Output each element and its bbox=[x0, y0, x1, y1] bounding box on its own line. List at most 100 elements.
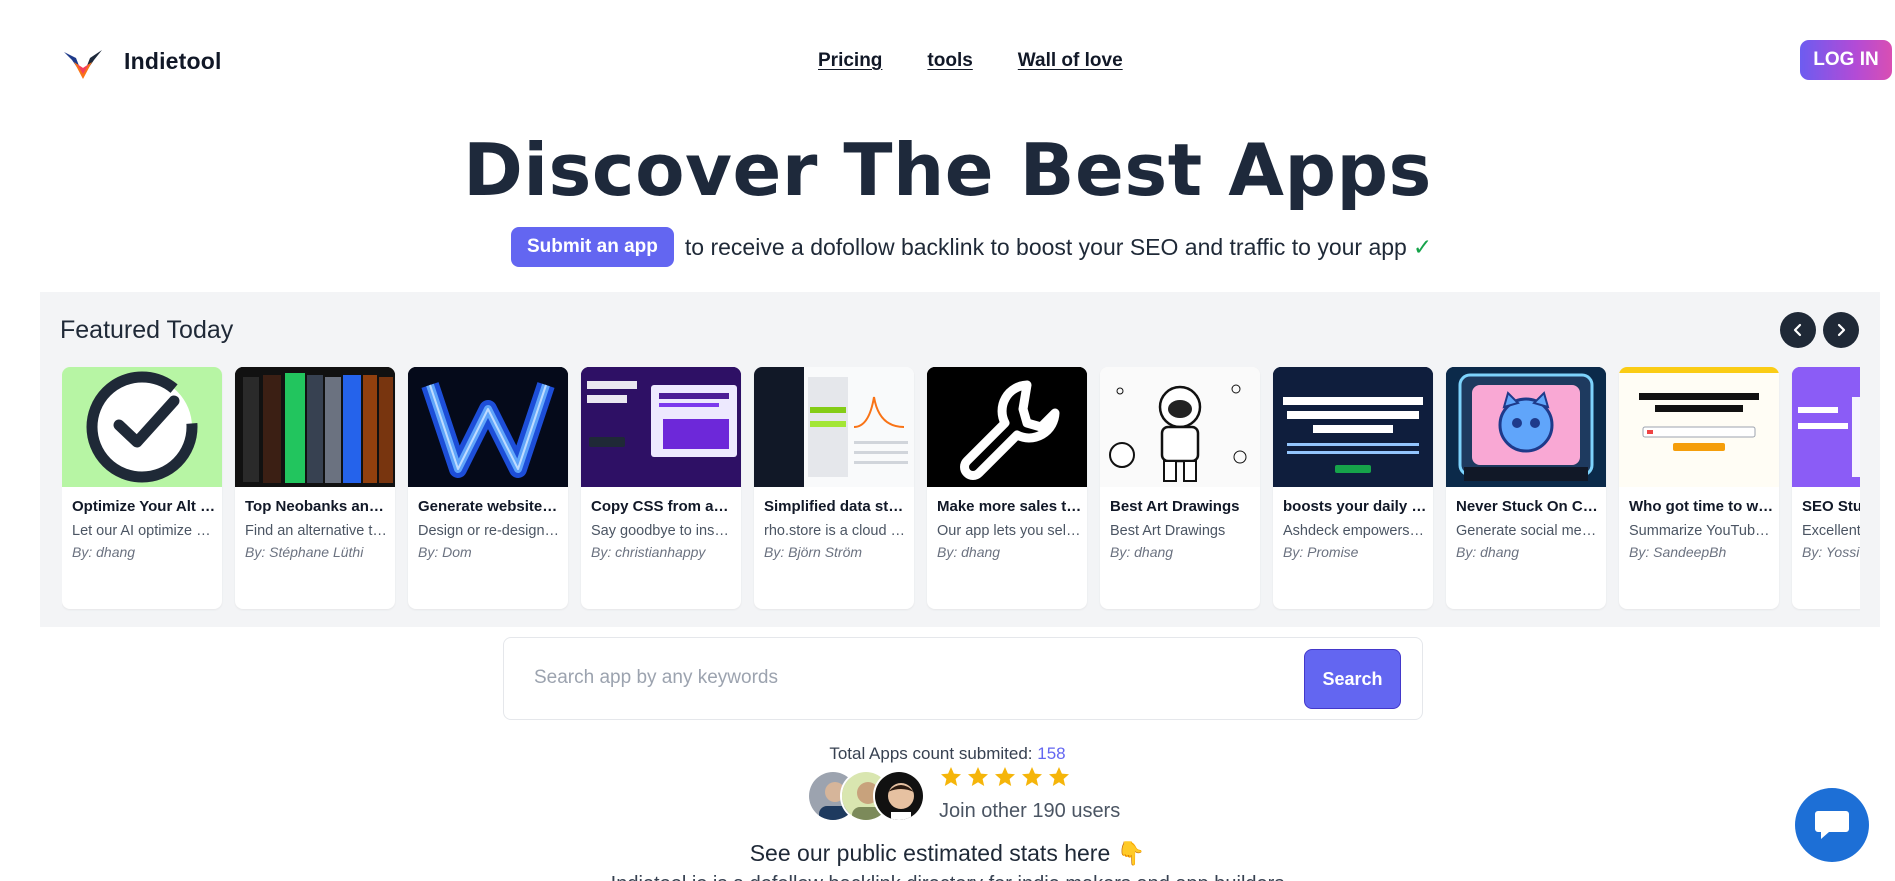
app-card-title: Best Art Drawings bbox=[1110, 498, 1240, 515]
search-button[interactable]: Search bbox=[1304, 649, 1401, 709]
app-card-desc: Design or re-design your website bbox=[418, 523, 563, 539]
app-card[interactable]: Never Stuck On Content Generate social m… bbox=[1446, 367, 1606, 609]
featured-carousel: Optimize Your Alt Text Let our AI optimi… bbox=[62, 367, 1860, 617]
app-card-author: By: christianhappy bbox=[591, 544, 706, 560]
app-card-author: By: Dom bbox=[418, 544, 472, 560]
carousel-next-button[interactable] bbox=[1823, 312, 1859, 348]
chat-widget-button[interactable] bbox=[1795, 788, 1869, 862]
app-card-title: Copy CSS from any website bbox=[591, 498, 736, 515]
seo-tool-image bbox=[1792, 367, 1860, 487]
app-card-desc: Let our AI optimize your alt text bbox=[72, 523, 217, 539]
app-card-author: By: Björn Ström bbox=[764, 544, 863, 560]
apps-count: Total Apps count submited: 158 bbox=[0, 744, 1895, 764]
user-avatars bbox=[807, 770, 933, 822]
chevron-right-icon bbox=[1837, 323, 1846, 337]
avatar bbox=[873, 770, 925, 822]
chevron-left-icon bbox=[1793, 323, 1802, 337]
app-card-author: By: Promise bbox=[1283, 544, 1359, 560]
app-card[interactable]: Generate websites with AI Design or re-d… bbox=[408, 367, 568, 609]
rating-stars bbox=[939, 765, 1071, 789]
hero-subtitle: to receive a dofollow backlink to boost … bbox=[684, 233, 1407, 260]
app-card-desc: Find an alternative to your bank bbox=[245, 523, 390, 539]
app-card-title: Never Stuck On Content bbox=[1456, 498, 1601, 515]
app-card-desc: Summarize YouTube videos bbox=[1629, 523, 1774, 539]
app-card[interactable]: Best Art Drawings Best Art Drawings By: … bbox=[1100, 367, 1260, 609]
star-icon bbox=[1049, 767, 1069, 786]
top-navbar: Indietool Pricing tools Wall of love LOG… bbox=[0, 0, 1895, 120]
star-icon bbox=[1022, 767, 1042, 786]
app-thumbnail bbox=[581, 367, 741, 487]
app-card-desc: Say goodbye to inspecting code bbox=[591, 523, 736, 539]
app-thumbnail bbox=[754, 367, 914, 487]
app-thumbnail bbox=[927, 367, 1087, 487]
app-card-title: Top Neobanks and Fintech bbox=[245, 498, 390, 515]
app-card[interactable]: SEO Stuff Excellent SEO tools By: Yossi bbox=[1792, 367, 1860, 609]
app-card-author: By: dhang bbox=[1110, 544, 1174, 560]
website-blocker-image bbox=[1273, 367, 1433, 487]
app-card[interactable]: Optimize Your Alt Text Let our AI optimi… bbox=[62, 367, 222, 609]
join-users-text: Join other 190 users bbox=[939, 800, 1121, 822]
nav-wall-of-love[interactable]: Wall of love bbox=[1018, 50, 1123, 72]
brand-name[interactable]: Indietool bbox=[124, 48, 222, 75]
astronaut-drawing-image bbox=[1100, 367, 1260, 487]
app-card[interactable]: Simplified data storage rho.store is a c… bbox=[754, 367, 914, 609]
app-card-author: By: dhang bbox=[1456, 544, 1520, 560]
star-icon bbox=[968, 767, 988, 786]
w-logo-image bbox=[408, 367, 568, 487]
app-thumbnail bbox=[1792, 367, 1860, 487]
main-nav: Pricing tools Wall of love bbox=[818, 50, 1168, 72]
indietool-logo-icon[interactable] bbox=[62, 46, 104, 82]
nav-pricing[interactable]: Pricing bbox=[818, 50, 882, 72]
app-card-title: Make more sales today bbox=[937, 498, 1082, 515]
apps-count-value: 158 bbox=[1037, 744, 1066, 763]
app-card[interactable]: Copy CSS from any website Say goodbye to… bbox=[581, 367, 741, 609]
app-card[interactable]: Top Neobanks and Fintech Find an alterna… bbox=[235, 367, 395, 609]
star-icon bbox=[995, 767, 1015, 786]
app-thumbnail bbox=[1273, 367, 1433, 487]
search-bar: Search bbox=[503, 637, 1423, 720]
submit-app-button[interactable]: Submit an app bbox=[511, 227, 674, 267]
footer-description: Indietool.io is a dofollow backlink dire… bbox=[0, 873, 1895, 881]
app-thumbnail bbox=[1446, 367, 1606, 487]
app-card-author: By: Stéphane Lüthi bbox=[245, 544, 364, 560]
wrench-icon bbox=[927, 367, 1087, 487]
app-card-title: Generate websites with AI bbox=[418, 498, 563, 515]
app-thumbnail bbox=[1619, 367, 1779, 487]
app-card-author: By: Yossi bbox=[1802, 544, 1860, 560]
app-thumbnail bbox=[235, 367, 395, 487]
checkmark-icon bbox=[66, 367, 218, 487]
hero-title: Discover The Best Apps bbox=[463, 128, 1432, 212]
app-card[interactable]: Make more sales today Our app lets you s… bbox=[927, 367, 1087, 609]
featured-section: Featured Today Optimize Your Alt Text Le… bbox=[40, 292, 1880, 627]
hero-subtitle-row: Submit an app to receive a dofollow back… bbox=[511, 227, 1432, 267]
login-button[interactable]: LOG IN bbox=[1800, 40, 1892, 80]
app-card-author: By: dhang bbox=[937, 544, 1001, 560]
app-card-desc: Generate social media ideas bbox=[1456, 523, 1601, 539]
bank-cards-image bbox=[235, 367, 395, 487]
css-copy-image bbox=[581, 367, 741, 487]
app-card-desc: rho.store is a cloud database bbox=[764, 523, 909, 539]
nav-tools[interactable]: tools bbox=[927, 50, 972, 72]
chat-bubble-icon bbox=[1815, 811, 1849, 839]
app-thumbnail bbox=[62, 367, 222, 487]
app-card-desc: Ashdeck empowers you to focus bbox=[1283, 523, 1428, 539]
app-card-author: By: dhang bbox=[72, 544, 136, 560]
app-card-author: By: SandeepBh bbox=[1629, 544, 1727, 560]
app-card[interactable]: Who got time to watch Summarize YouTube … bbox=[1619, 367, 1779, 609]
carousel-prev-button[interactable] bbox=[1780, 312, 1816, 348]
check-icon: ✓ bbox=[1412, 233, 1433, 260]
youtube-summary-image bbox=[1619, 367, 1779, 487]
app-card-desc: Best Art Drawings bbox=[1110, 523, 1226, 539]
search-input[interactable] bbox=[534, 650, 1274, 706]
app-card-title: boosts your daily focus bbox=[1283, 498, 1428, 515]
app-card[interactable]: boosts your daily focus Ashdeck empowers… bbox=[1273, 367, 1433, 609]
featured-title: Featured Today bbox=[60, 316, 234, 344]
public-stats-link[interactable]: See our public estimated stats here 👇 bbox=[0, 840, 1895, 867]
app-card-title: Who got time to watch bbox=[1629, 498, 1774, 515]
app-card-desc: Excellent SEO tools bbox=[1802, 523, 1860, 539]
app-thumbnail bbox=[408, 367, 568, 487]
data-dashboard-image bbox=[754, 367, 914, 487]
apps-count-label: Total Apps count submited: bbox=[829, 744, 1033, 763]
cat-robot-image bbox=[1446, 367, 1606, 487]
star-icon bbox=[941, 767, 961, 786]
